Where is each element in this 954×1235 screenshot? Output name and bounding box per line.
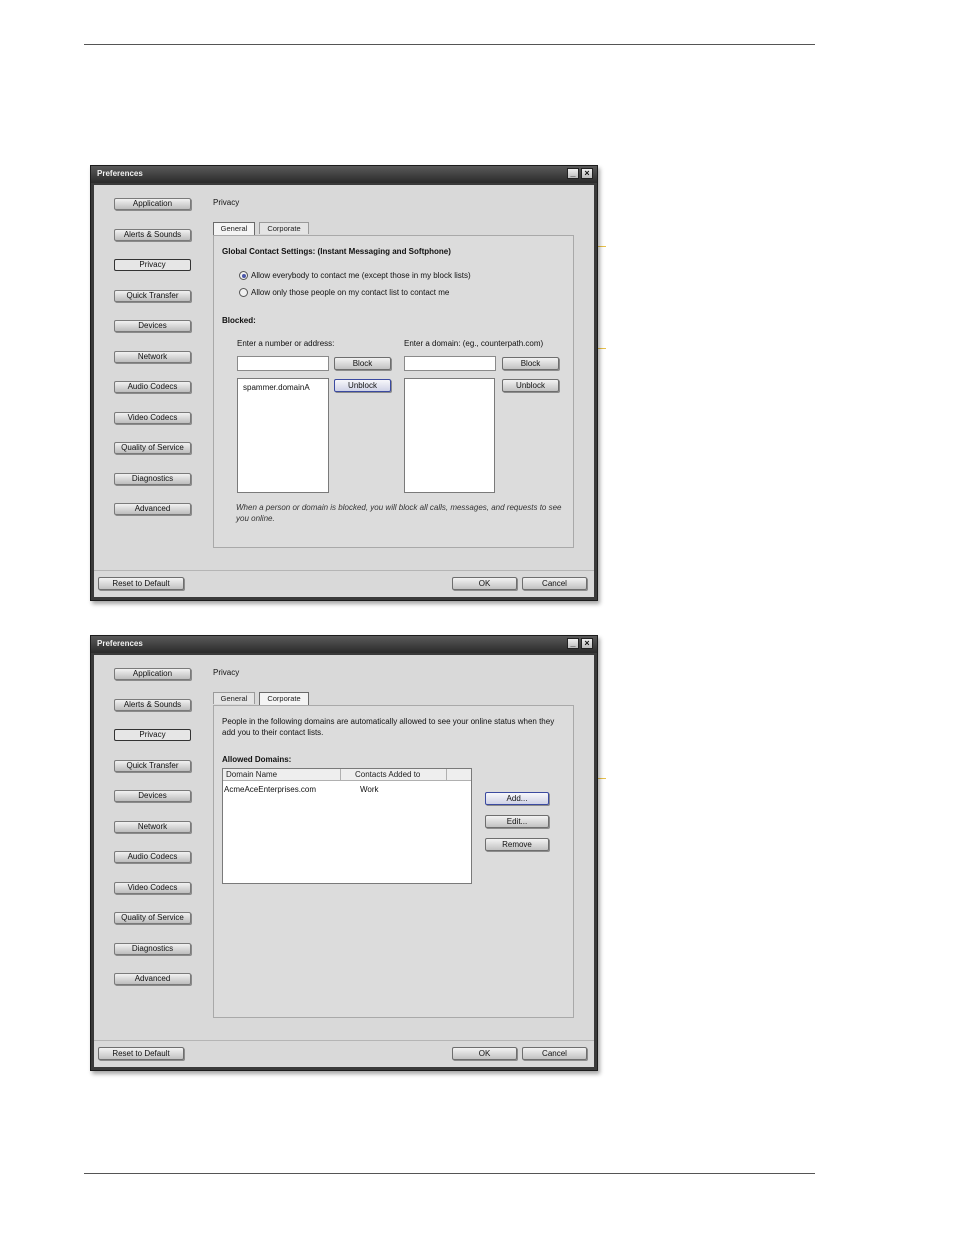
title-bar[interactable]: Preferences _ ×: [91, 636, 597, 653]
ok-button[interactable]: OK: [452, 577, 517, 590]
allowed-domains-grid[interactable]: Domain Name Contacts Added to AcmeAceEnt…: [222, 768, 472, 884]
top-rule: [84, 44, 815, 45]
blocked-domains-list[interactable]: [404, 378, 495, 493]
nav-advanced[interactable]: Advanced: [114, 503, 191, 515]
cancel-button[interactable]: Cancel: [522, 1047, 587, 1060]
global-settings-heading: Global Contact Settings: (Instant Messag…: [222, 247, 451, 256]
nav-alerts-sounds[interactable]: Alerts & Sounds: [114, 699, 191, 711]
remove-domain-button[interactable]: Remove: [485, 838, 549, 851]
footer-separator: [94, 1040, 594, 1041]
bottom-rule: [84, 1173, 815, 1174]
nav-video-codecs[interactable]: Video Codecs: [114, 412, 191, 424]
table-row[interactable]: AcmeAceEnterprises.com Work: [223, 785, 471, 797]
title-bar[interactable]: Preferences _ ×: [91, 166, 597, 183]
nav-audio-codecs[interactable]: Audio Codecs: [114, 851, 191, 863]
nav-network[interactable]: Network: [114, 821, 191, 833]
nav-application[interactable]: Application: [114, 198, 191, 210]
nav-devices[interactable]: Devices: [114, 320, 191, 332]
block-number-button[interactable]: Block: [334, 357, 391, 370]
section-title: Privacy: [213, 668, 240, 677]
ok-button[interactable]: OK: [452, 1047, 517, 1060]
corporate-tab-panel: People in the following domains are auto…: [213, 705, 574, 1018]
domain-input[interactable]: [404, 356, 496, 371]
cancel-button[interactable]: Cancel: [522, 577, 587, 590]
reset-to-default-button[interactable]: Reset to Default: [98, 577, 184, 590]
nav-devices[interactable]: Devices: [114, 790, 191, 802]
nav-quick-transfer[interactable]: Quick Transfer: [114, 290, 191, 302]
dialog-client: Application Alerts & Sounds Privacy Quic…: [94, 185, 594, 597]
preferences-window-general: Preferences _ × Application Alerts & Sou…: [90, 165, 598, 601]
close-icon[interactable]: ×: [581, 638, 593, 649]
minimize-icon[interactable]: _: [567, 168, 579, 179]
radio-allow-everybody[interactable]: [239, 271, 248, 280]
minimize-icon[interactable]: _: [567, 638, 579, 649]
nav-application[interactable]: Application: [114, 668, 191, 680]
nav-privacy[interactable]: Privacy: [114, 259, 191, 271]
reset-to-default-button[interactable]: Reset to Default: [98, 1047, 184, 1060]
column-header-filler: [447, 769, 471, 781]
domain-label: Enter a domain: (eg., counterpath.com): [404, 339, 544, 348]
preferences-window-corporate: Preferences _ × Application Alerts & Sou…: [90, 635, 598, 1071]
nav-network[interactable]: Network: [114, 351, 191, 363]
general-tab-panel: Global Contact Settings: (Instant Messag…: [213, 235, 574, 548]
tab-corporate[interactable]: Corporate: [259, 222, 309, 234]
number-label: Enter a number or address:: [237, 339, 335, 348]
blocked-numbers-list[interactable]: spammer.domainA: [237, 378, 329, 493]
nav-diagnostics[interactable]: Diagnostics: [114, 943, 191, 955]
nav-advanced[interactable]: Advanced: [114, 973, 191, 985]
section-title: Privacy: [213, 198, 240, 207]
window-title: Preferences: [97, 169, 143, 178]
list-item[interactable]: spammer.domainA: [243, 383, 310, 392]
blocked-heading: Blocked:: [222, 316, 256, 325]
nav-quick-transfer[interactable]: Quick Transfer: [114, 760, 191, 772]
radio-allow-contacts-only-label[interactable]: Allow only those people on my contact li…: [251, 288, 449, 297]
add-domain-button[interactable]: Add...: [485, 792, 549, 805]
column-header-domain-name[interactable]: Domain Name: [223, 769, 341, 781]
footer-separator: [94, 570, 594, 571]
radio-allow-everybody-label[interactable]: Allow everybody to contact me (except th…: [251, 271, 471, 280]
allowed-domains-heading: Allowed Domains:: [222, 755, 292, 764]
unblock-number-button[interactable]: Unblock: [334, 379, 391, 392]
nav-alerts-sounds[interactable]: Alerts & Sounds: [114, 229, 191, 241]
domain-name-cell: AcmeAceEnterprises.com: [224, 785, 317, 794]
unblock-domain-button[interactable]: Unblock: [502, 379, 559, 392]
edit-domain-button[interactable]: Edit...: [485, 815, 549, 828]
tab-general[interactable]: General: [213, 222, 255, 235]
nav-quality-of-service[interactable]: Quality of Service: [114, 912, 191, 924]
nav-audio-codecs[interactable]: Audio Codecs: [114, 381, 191, 393]
contacts-added-to-cell: Work: [360, 785, 379, 794]
radio-allow-contacts-only[interactable]: [239, 288, 248, 297]
close-icon[interactable]: ×: [581, 168, 593, 179]
corporate-intro: People in the following domains are auto…: [222, 717, 555, 737]
window-title: Preferences: [97, 639, 143, 648]
nav-video-codecs[interactable]: Video Codecs: [114, 882, 191, 894]
number-input[interactable]: [237, 356, 329, 371]
nav-privacy[interactable]: Privacy: [114, 729, 191, 741]
dialog-client: Application Alerts & Sounds Privacy Quic…: [94, 655, 594, 1067]
tab-corporate[interactable]: Corporate: [259, 692, 309, 705]
nav-quality-of-service[interactable]: Quality of Service: [114, 442, 191, 454]
column-header-contacts-added-to[interactable]: Contacts Added to: [341, 769, 447, 781]
tab-general[interactable]: General: [213, 692, 255, 704]
block-domain-button[interactable]: Block: [502, 357, 559, 370]
nav-diagnostics[interactable]: Diagnostics: [114, 473, 191, 485]
blocked-note: When a person or domain is blocked, you …: [236, 503, 562, 523]
